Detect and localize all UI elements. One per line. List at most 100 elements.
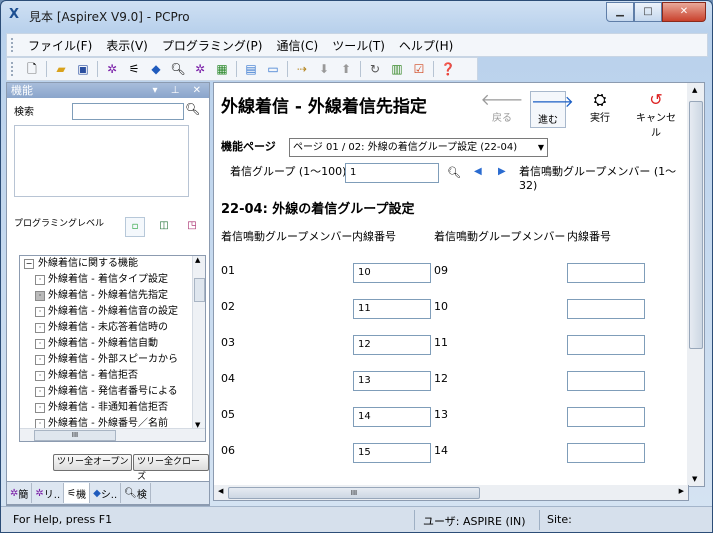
save-icon[interactable]: ▣ xyxy=(73,60,93,78)
menu-view[interactable]: 表示(V) xyxy=(99,37,155,54)
level-advanced-icon[interactable]: ◳ xyxy=(183,217,201,235)
tree-root-label: 外線着信に関する機能 xyxy=(38,258,138,269)
menu-programming[interactable]: プログラミング(P) xyxy=(155,37,270,54)
tree-item[interactable]: · 外線着信 - 着信タイプ設定 xyxy=(20,272,205,288)
expand-all-button[interactable]: ツリー全オープン xyxy=(53,454,133,471)
main-hscroll-thumb[interactable]: III xyxy=(228,487,480,499)
upload-arrow-icon[interactable]: ⬆ xyxy=(336,60,356,78)
search-icon[interactable]: 🔍︎ xyxy=(447,166,461,179)
tree-horizontal-scrollbar[interactable]: III xyxy=(20,428,205,441)
tab-function[interactable]: ⚟ 機 xyxy=(64,483,91,503)
collapse-all-button[interactable]: ツリー全クローズ xyxy=(133,454,209,482)
group-input[interactable]: 1 xyxy=(345,163,439,183)
extension-input[interactable] xyxy=(567,335,645,355)
tree-item[interactable]: · 外線着信 - 未応答着信時の xyxy=(20,320,205,336)
tree-vscroll-thumb[interactable] xyxy=(194,278,205,302)
menu-communication[interactable]: 通信(C) xyxy=(269,37,325,54)
menu-file[interactable]: ファイル(F) xyxy=(21,37,99,54)
title-bar[interactable]: X 見本 [AspireX V9.0] - PCPro ▁ □ ✕ xyxy=(1,1,712,31)
menu-help[interactable]: ヘルプ(H) xyxy=(392,37,460,54)
tree-item-label: 外線着信 - 非通知着信拒否 xyxy=(48,402,168,413)
level-basic-icon[interactable]: ▫ xyxy=(125,217,145,237)
chip-icon[interactable]: ▦ xyxy=(212,60,232,78)
refresh-icon[interactable]: ↻ xyxy=(365,60,385,78)
scroll-down-icon[interactable]: ▼ xyxy=(692,475,697,483)
extension-input[interactable]: 11 xyxy=(353,299,431,319)
tree-item[interactable]: · 外線着信 - 外線着信自動 xyxy=(20,336,205,352)
close-button[interactable]: ✕ xyxy=(662,2,706,22)
extension-input[interactable] xyxy=(567,407,645,427)
tree-item-label: 外線着信 - 未応答着信時の xyxy=(48,322,168,333)
extension-input[interactable]: 14 xyxy=(353,407,431,427)
scroll-up-icon[interactable]: ▲ xyxy=(692,86,697,94)
magnifier-icon[interactable]: 🔍︎ xyxy=(168,60,188,78)
tree-item[interactable]: · 外線着信 - 外部スピーカから xyxy=(20,352,205,368)
tree-item[interactable]: · 外線着信 - 非通知着信拒否 xyxy=(20,400,205,416)
cancel-button[interactable]: ↺ キャンセル xyxy=(634,91,678,140)
tree-item[interactable]: · 外線着信 - 外線着信音の設定 xyxy=(20,304,205,320)
scroll-right-icon[interactable]: ▶ xyxy=(679,487,684,495)
tree-item[interactable]: · 外線着信 - 発信者番号による xyxy=(20,384,205,400)
tree-root[interactable]: − 外線着信に関する機能 xyxy=(20,256,205,272)
extension-input[interactable] xyxy=(567,263,645,283)
open-folder-icon[interactable]: ▰ xyxy=(51,60,71,78)
tree-item[interactable]: · 外線着信 - 着信拒否 xyxy=(20,368,205,384)
tree-hscroll-thumb[interactable]: III xyxy=(34,430,116,441)
search-icon[interactable]: 🔍︎ xyxy=(185,102,200,116)
member-number: 03 xyxy=(221,336,235,349)
tree-item-selected[interactable]: · 外線着信 - 外線着信先指定 xyxy=(20,288,205,304)
pane-controls[interactable]: ▾ ⊥ ✕ xyxy=(153,83,206,98)
extension-input[interactable]: 15 xyxy=(353,443,431,463)
help-icon[interactable]: ❓ xyxy=(438,60,458,78)
extension-input[interactable] xyxy=(567,443,645,463)
back-button[interactable]: 🡐 戻る xyxy=(480,91,524,125)
function-tree[interactable]: − 外線着信に関する機能 · 外線着信 - 着信タイプ設定 · 外線着信 - 外線着信… xyxy=(19,255,206,442)
extension-input[interactable] xyxy=(567,299,645,319)
gear-icon[interactable]: ✲ xyxy=(190,60,210,78)
previous-icon[interactable]: ◀ xyxy=(474,166,482,177)
forward-button[interactable]: 🡒 進む xyxy=(530,91,574,128)
tab-list[interactable]: ✲ リ.. xyxy=(32,483,65,503)
member-number: 11 xyxy=(434,336,448,349)
run-button[interactable]: ⛭ 実行 xyxy=(578,91,622,125)
transfer-icon[interactable]: ⇢ xyxy=(292,60,312,78)
scroll-up-icon[interactable]: ▲ xyxy=(195,256,200,264)
level-standard-icon[interactable]: ◫ xyxy=(155,217,173,235)
toolbar-grip[interactable] xyxy=(11,62,16,76)
keyboard-icon[interactable]: ▭ xyxy=(263,60,283,78)
scroll-left-icon[interactable]: ◀ xyxy=(218,487,223,495)
tab-simple[interactable]: ✲ 簡 xyxy=(7,483,33,503)
settings-gear-icon[interactable]: ✲ xyxy=(102,60,122,78)
main-horizontal-scrollbar[interactable]: ◀ III ▶ xyxy=(213,485,689,501)
extension-input[interactable] xyxy=(567,371,645,391)
main-vertical-scrollbar[interactable]: ▲ ▼ xyxy=(687,82,705,487)
search-results-list[interactable] xyxy=(14,125,189,197)
collapse-icon[interactable]: − xyxy=(24,259,34,269)
menu-bar: ファイル(F) 表示(V) プログラミング(P) 通信(C) ツール(T) ヘル… xyxy=(6,33,708,57)
new-file-icon[interactable]: 🗋 xyxy=(22,60,42,78)
forward-arrow-icon: 🡒 xyxy=(531,92,574,111)
extension-input[interactable]: 10 xyxy=(353,263,431,283)
menu-tools[interactable]: ツール(T) xyxy=(325,37,392,54)
book-icon[interactable]: ▥ xyxy=(387,60,407,78)
extension-input[interactable]: 12 xyxy=(353,335,431,355)
main-vscroll-thumb[interactable] xyxy=(689,101,703,349)
cube-icon[interactable]: ◆ xyxy=(146,60,166,78)
table-icon[interactable]: ▤ xyxy=(241,60,261,78)
cube-icon: ◆ xyxy=(93,487,101,499)
menu-grip[interactable] xyxy=(11,38,16,52)
download-arrow-icon[interactable]: ⬇ xyxy=(314,60,334,78)
status-user: ユーザ: ASPIRE (IN) xyxy=(423,515,526,528)
chevron-down-icon: ▼ xyxy=(537,143,544,152)
feature-page-select[interactable]: ページ 01 / 02: 外線の着信グループ設定 (22-04) ▼ xyxy=(289,138,548,157)
extension-input[interactable]: 13 xyxy=(353,371,431,391)
wand-icon[interactable]: ⚟ xyxy=(124,60,144,78)
next-icon[interactable]: ▶ xyxy=(498,166,506,177)
tab-search[interactable]: 🔍︎ 検 xyxy=(121,483,151,503)
tab-system[interactable]: ◆ シ.. xyxy=(90,483,122,503)
minimize-button[interactable]: ▁ xyxy=(606,2,634,22)
maximize-button[interactable]: □ xyxy=(634,2,662,22)
checklist-icon[interactable]: ☑ xyxy=(409,60,429,78)
tree-vertical-scrollbar[interactable]: ▲ ▼ xyxy=(192,256,205,429)
search-input[interactable] xyxy=(72,103,184,120)
